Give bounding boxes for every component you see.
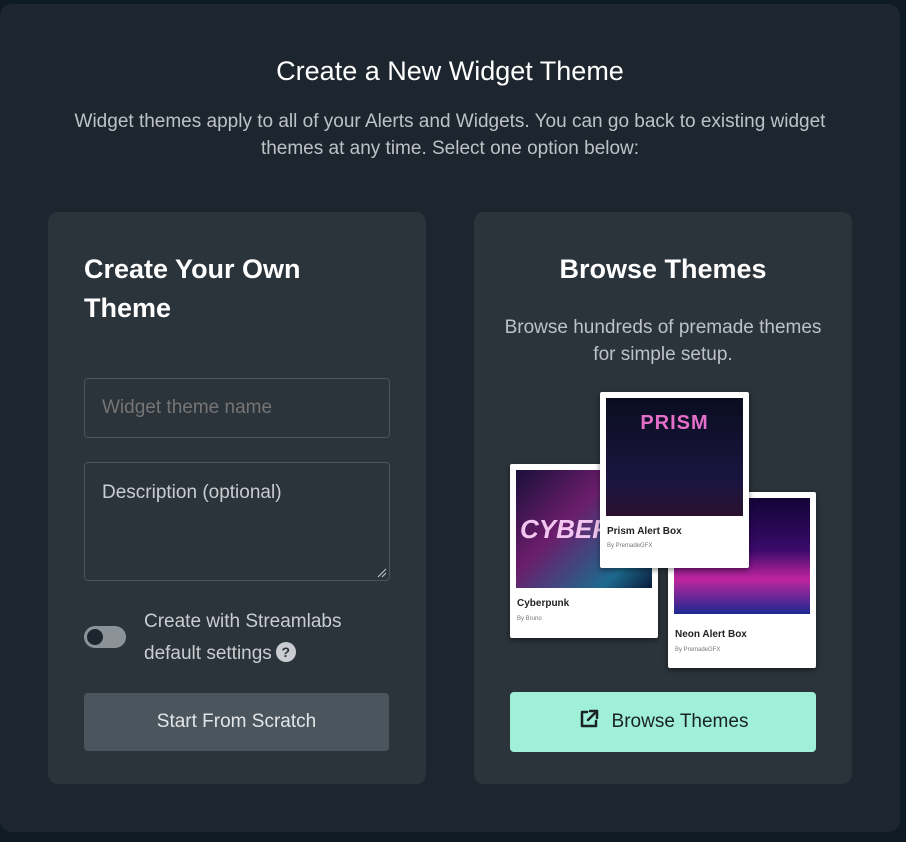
help-icon[interactable]: ? [275,642,296,662]
theme-author: By PremadeGFX [607,543,653,549]
resize-handle-icon[interactable] [377,568,387,578]
modal-title: Create a New Widget Theme [276,56,624,86]
theme-preview-image: PRISM [606,398,743,516]
browse-themes-title: Browse Themes [559,254,767,284]
theme-name: Cyberpunk [517,598,570,609]
prism-art-text: PRISM [640,412,709,434]
description-placeholder: Description (optional) [102,482,282,503]
theme-thumbnail-prism: PRISM Prism Alert Box By PremadeGFX [600,392,749,568]
browse-themes-button[interactable]: Browse Themes [510,692,816,752]
theme-author: By Bruno [517,616,542,622]
widget-theme-name-input[interactable] [84,378,390,438]
external-link-icon [580,709,598,728]
start-from-scratch-button[interactable]: Start From Scratch [84,693,389,751]
default-settings-toggle[interactable] [84,626,126,648]
browse-themes-button-label: Browse Themes [611,711,749,732]
theme-name: Prism Alert Box [607,526,682,537]
browse-themes-description: Browse hundreds of premade themes for si… [504,317,822,365]
toggle-label-text: Create with Streamlabs default settings [144,611,342,664]
create-widget-theme-modal: Create a New Widget Theme Widget themes … [0,4,900,832]
modal-subtitle: Widget themes apply to all of your Alert… [74,111,826,159]
theme-author: By PremadeGFX [675,647,721,653]
create-own-theme-card: Create Your Own Theme Description (optio… [48,212,426,784]
description-textarea[interactable]: Description (optional) [84,462,390,581]
toggle-knob [87,629,103,645]
default-settings-label: Create with Streamlabs default settings? [144,606,394,670]
browse-themes-card: Browse Themes Browse hundreds of premade… [474,212,852,784]
theme-name: Neon Alert Box [675,629,747,640]
create-own-theme-title: Create Your Own Theme [84,254,301,323]
